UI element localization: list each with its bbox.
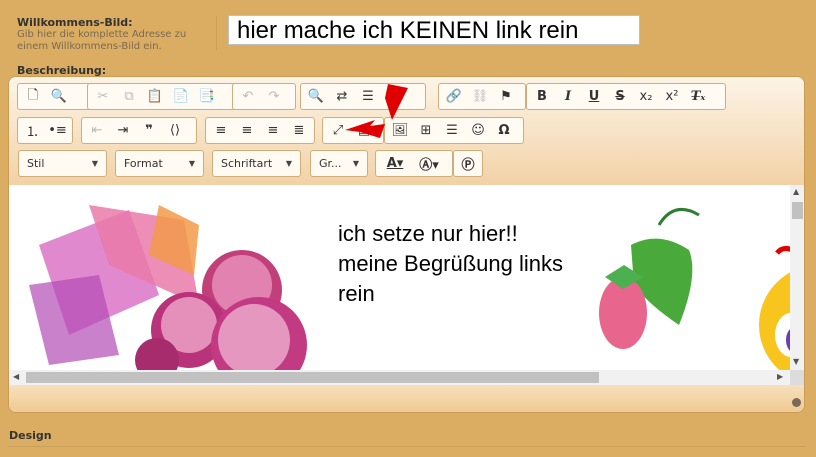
scrollbar-corner (790, 370, 804, 385)
align-left-icon[interactable]: ≡ (208, 120, 234, 142)
basic-styles-group: B I U S x₂ x² T̶ₓ (526, 83, 726, 110)
format-combo-label: Format (124, 157, 163, 170)
bold-icon[interactable]: B (529, 86, 555, 108)
clipboard-group: ✂ ⧉ 📋 📄 📑 (87, 83, 238, 110)
document-group: 🗋 🔍 (17, 83, 95, 110)
design-label: Design (9, 429, 52, 442)
italic-icon[interactable]: I (555, 86, 581, 108)
paste-icon[interactable]: 📋 (142, 86, 168, 108)
indent-group: ⇤ ⇥ ❞ ⟨⟩ (81, 117, 197, 144)
scroll-right-icon[interactable]: ▶ (777, 372, 783, 381)
size-combo[interactable]: Gr... ▼ (310, 150, 368, 177)
smiley-image (759, 245, 790, 370)
list-group: ⒈ •≡ (17, 117, 73, 144)
align-center-icon[interactable]: ≡ (234, 120, 260, 142)
smiley-icon[interactable]: ☺ (465, 120, 491, 142)
bg-color-icon[interactable]: Ⓐ▾ (412, 153, 446, 175)
find-icon[interactable]: 🔍 (303, 86, 329, 108)
strikethrough-icon[interactable]: S (607, 86, 633, 108)
resize-handle[interactable] (792, 398, 801, 407)
indent-icon[interactable]: ⇥ (110, 120, 136, 142)
vertical-scroll-thumb[interactable] (792, 202, 803, 219)
chevron-down-icon: ▼ (188, 159, 195, 168)
text-color-icon[interactable]: A▾ (378, 153, 412, 175)
strawberry-image (599, 207, 700, 349)
preview-icon[interactable]: 🔍 (46, 86, 72, 108)
justify-icon[interactable]: ≣ (286, 120, 312, 142)
chevron-down-icon: ▼ (91, 159, 98, 168)
editor-text: ich setze nur hier!! meine Begrüßung lin… (338, 219, 563, 309)
bulleted-list-icon[interactable]: •≡ (45, 120, 70, 142)
color-group: A▾ Ⓐ▾ (375, 150, 453, 177)
flower-balloons-image (29, 205, 307, 370)
horizontal-line-icon[interactable]: ☰ (439, 120, 465, 142)
arrow-down-icon (385, 84, 408, 120)
paragraph-p-icon[interactable]: Ⓟ (456, 153, 480, 175)
new-page-icon[interactable]: 🗋 (20, 86, 46, 108)
horizontal-scrollbar[interactable]: ◀ ▶ (9, 370, 790, 385)
content-line-1: ich setze nur hier!! (338, 221, 518, 246)
redo-icon[interactable]: ↷ (261, 86, 287, 108)
chevron-down-icon: ▼ (285, 159, 292, 168)
scroll-up-icon[interactable]: ▲ (793, 187, 799, 196)
link-group: 🔗 ⛓ ⚑ (438, 83, 526, 110)
welcome-image-url-input[interactable]: hier mache ich KEINEN link rein (228, 15, 640, 45)
cut-icon[interactable]: ✂ (90, 86, 116, 108)
editor-status-bar (9, 385, 804, 412)
history-group: ↶ ↷ (232, 83, 296, 110)
section-divider (8, 446, 805, 447)
copy-icon[interactable]: ⧉ (116, 86, 142, 108)
style-combo[interactable]: Stil ▼ (18, 150, 107, 177)
link-icon[interactable]: 🔗 (441, 86, 467, 108)
field-divider (216, 16, 217, 50)
subscript-icon[interactable]: x₂ (633, 86, 659, 108)
font-combo-label: Schriftart (221, 157, 273, 170)
content-line-2: meine Begrüßung links (338, 251, 564, 276)
paste-word-icon[interactable]: 📑 (194, 86, 220, 108)
table-icon[interactable]: ⊞ (413, 120, 439, 142)
content-line-3: rein (338, 281, 375, 306)
vertical-scrollbar[interactable]: ▲ ▼ (790, 185, 804, 370)
align-group: ≡ ≡ ≡ ≣ (205, 117, 315, 144)
size-combo-label: Gr... (319, 157, 342, 170)
undo-icon[interactable]: ↶ (235, 86, 261, 108)
unlink-icon[interactable]: ⛓ (467, 86, 493, 108)
special-char-icon[interactable]: Ω (491, 120, 517, 142)
numbered-list-icon[interactable]: ⒈ (20, 120, 45, 142)
blockquote-icon[interactable]: ❞ (136, 120, 162, 142)
scroll-down-icon[interactable]: ▼ (793, 357, 799, 366)
anchor-flag-icon[interactable]: ⚑ (493, 86, 519, 108)
welcome-image-label: Willkommens-Bild: (17, 16, 133, 29)
arrow-left-icon (345, 120, 385, 138)
paste-text-icon[interactable]: 📄 (168, 86, 194, 108)
superscript-icon[interactable]: x² (659, 86, 685, 108)
remove-format-icon[interactable]: T̶ₓ (685, 86, 711, 108)
font-combo[interactable]: Schriftart ▼ (212, 150, 301, 177)
format-combo[interactable]: Format ▼ (115, 150, 204, 177)
chevron-down-icon: ▼ (352, 159, 359, 168)
div-container-icon[interactable]: ⟨⟩ (162, 120, 188, 142)
source-group: Ⓟ (453, 150, 483, 177)
annotation-arrows (345, 84, 408, 138)
align-right-icon[interactable]: ≡ (260, 120, 286, 142)
welcome-image-help: Gib hier die komplette Adresse zu einem … (17, 29, 187, 52)
outdent-icon[interactable]: ⇤ (84, 120, 110, 142)
underline-icon[interactable]: U (581, 86, 607, 108)
horizontal-scroll-thumb[interactable] (26, 372, 599, 383)
editor-content-area[interactable]: ich setze nur hier!! meine Begrüßung lin… (9, 185, 790, 370)
style-combo-label: Stil (27, 157, 45, 170)
scroll-left-icon[interactable]: ◀ (13, 372, 19, 381)
